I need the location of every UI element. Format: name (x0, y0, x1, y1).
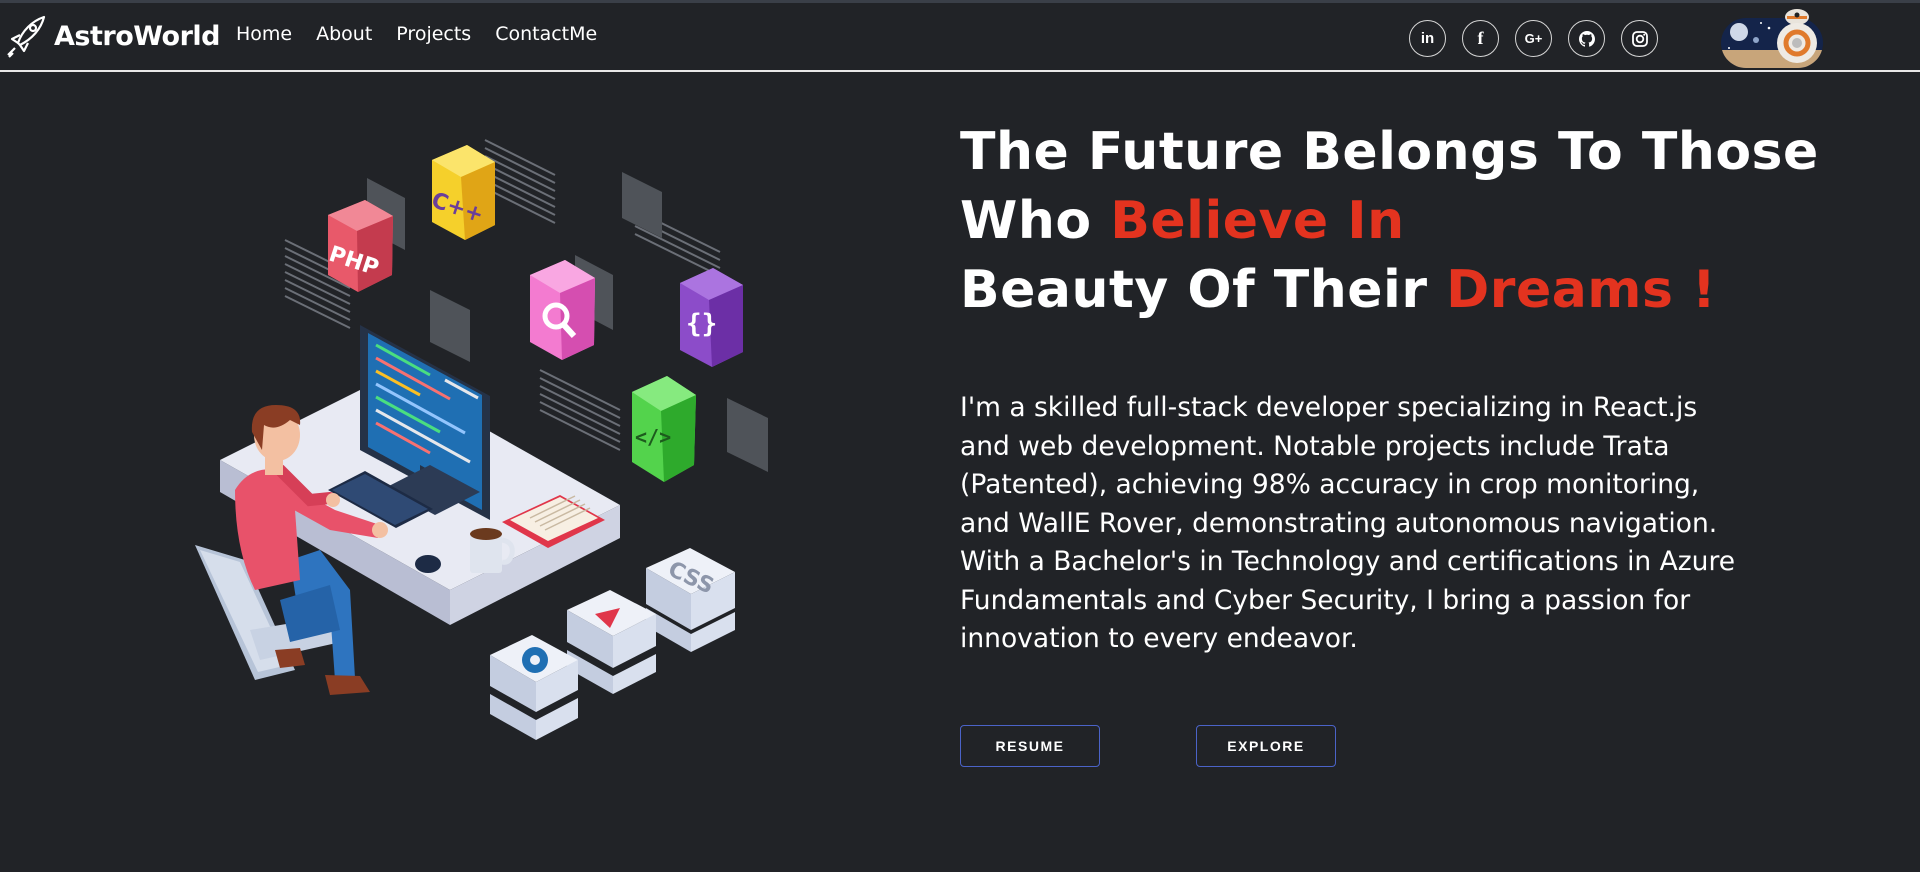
nav-contactme[interactable]: ContactMe (495, 23, 597, 45)
explore-button[interactable]: EXPLORE (1196, 725, 1336, 767)
nav-about[interactable]: About (316, 23, 372, 45)
search-cube (530, 260, 595, 360)
resume-button[interactable]: RESUME (960, 725, 1100, 767)
braces-label: {} (686, 309, 717, 339)
hero-title: The Future Belongs To Those Who Believe … (960, 118, 1860, 325)
php-cube: PHP (326, 200, 393, 292)
navbar: AstroWorld Home About Projects ContactMe… (0, 3, 1920, 72)
hero-line-3b: Dreams ! (1446, 260, 1717, 320)
nav-home[interactable]: Home (236, 23, 292, 45)
css-box: CSS (646, 548, 735, 652)
settings-box (490, 635, 578, 740)
hero-heading: The Future Belongs To Those Who Believe … (960, 118, 1860, 325)
instagram-glyph (1631, 30, 1648, 47)
linkedin-icon[interactable]: in (1409, 20, 1446, 57)
cpp-cube: C++ (428, 145, 495, 240)
hero-line-2a: Who (960, 191, 1111, 251)
hero-line-3a: Beauty Of Their (960, 260, 1447, 320)
github-icon[interactable] (1568, 20, 1605, 57)
avatar[interactable] (1721, 8, 1823, 68)
facebook-glyph: f (1477, 28, 1484, 48)
brand[interactable]: AstroWorld (4, 13, 221, 59)
braces-cube: {} (680, 268, 743, 367)
nav-projects[interactable]: Projects (396, 23, 471, 45)
code-label: </> (635, 425, 671, 449)
rocket-icon (7, 15, 46, 58)
google-plus-glyph: G+ (1524, 31, 1543, 46)
facebook-icon[interactable]: f (1462, 20, 1499, 57)
social-links: in f G+ (1409, 20, 1658, 57)
github-glyph (1578, 30, 1595, 47)
mouse (415, 555, 441, 573)
video-box (567, 590, 656, 694)
linkedin-glyph: in (1420, 30, 1435, 47)
google-plus-icon[interactable]: G+ (1515, 20, 1552, 57)
developer-illustration: PHP C++ {} </> CSS (195, 139, 768, 740)
hero-description: I'm a skilled full-stack developer speci… (960, 392, 1736, 654)
brand-name: AstroWorld (54, 20, 221, 52)
code-cube: </> (632, 376, 696, 482)
bb8-avatar-icon (1721, 9, 1823, 68)
nav-links: Home About Projects ContactMe (236, 23, 597, 45)
hero-line-2b: Believe In (1110, 191, 1405, 251)
hero-line-1: The Future Belongs To Those (960, 122, 1819, 182)
instagram-icon[interactable] (1621, 20, 1658, 57)
